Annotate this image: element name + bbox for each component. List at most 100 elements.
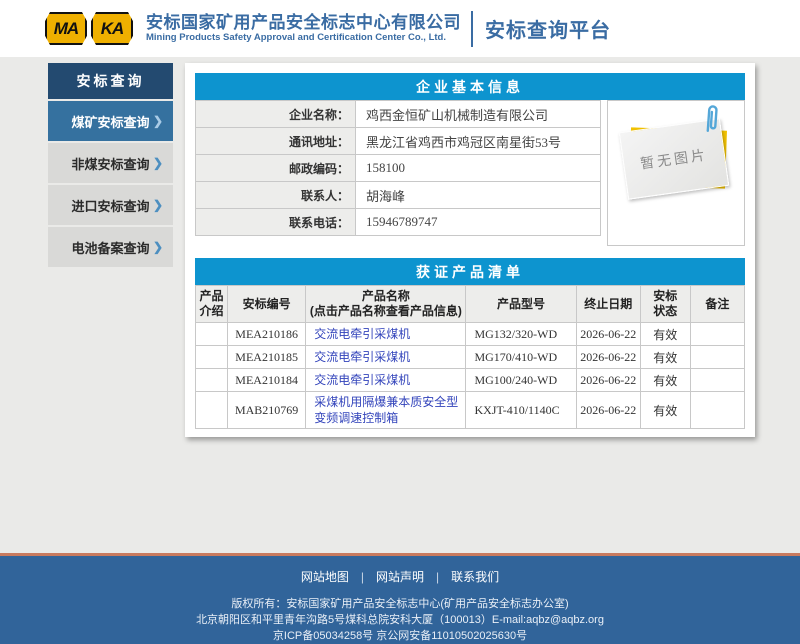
company-info-row: 联系电话： 15946789747: [196, 209, 601, 236]
cell-status: 有效: [640, 392, 690, 429]
field-label-postcode: 邮政编码：: [196, 155, 356, 182]
company-info-row: 邮政编码： 158100: [196, 155, 601, 182]
product-row: MEA210185 交流电牵引采煤机 MG170/410-WD 2026-06-…: [196, 346, 745, 369]
footer-link-statement[interactable]: 网站声明: [376, 570, 424, 584]
cell-remark: [690, 369, 744, 392]
maka-logo[interactable]: MA KA: [45, 12, 133, 45]
address-line: 北京朝阳区和平里青年沟路5号煤科总院安科大厦（100013）E-mail:aqb…: [0, 612, 800, 628]
cell-intro: [196, 346, 228, 369]
org-titles: 安标国家矿用产品安全标志中心有限公司 Mining Products Safet…: [146, 13, 461, 43]
sidebar-item-noncoal-query[interactable]: 非煤安标查询: [48, 143, 173, 183]
sidebar-item-battery-query[interactable]: 电池备案查询: [48, 227, 173, 267]
chevron-right-icon: [153, 114, 163, 128]
logo-badge-ma: MA: [45, 12, 87, 45]
cell-status: 有效: [640, 346, 690, 369]
cell-cert-no: MEA210186: [228, 323, 306, 346]
column-header-end-date: 终止日期: [576, 286, 640, 323]
cell-cert-no: MEA210184: [228, 369, 306, 392]
main-panel: 企业基本信息 企业名称： 鸡西金恒矿山机械制造有限公司 通讯地址： 黑龙江省鸡西…: [185, 63, 755, 437]
app-footer: 网站地图 网站声明 联系我们 版权所有：安标国家矿用产品安全标志中心(矿用产品安全标…: [0, 556, 800, 644]
field-value-postcode: 158100: [356, 155, 601, 182]
sidebar-item-label: 煤矿安标查询: [71, 112, 149, 131]
field-label-company-name: 企业名称：: [196, 101, 356, 128]
column-header-status: 安标 状态: [640, 286, 690, 323]
header-divider: [471, 11, 473, 47]
app-header: MA KA 安标国家矿用产品安全标志中心有限公司 Mining Products…: [0, 0, 800, 57]
company-info-header: 企业基本信息: [195, 73, 745, 100]
sidebar-item-label: 电池备案查询: [71, 238, 149, 257]
chevron-right-icon: [153, 198, 163, 212]
product-row: MEA210184 交流电牵引采煤机 MG100/240-WD 2026-06-…: [196, 369, 745, 392]
sidebar-item-label: 非煤安标查询: [71, 154, 149, 173]
column-header-name: 产品名称 (点击产品名称查看产品信息): [306, 286, 466, 323]
cell-model: MG170/410-WD: [466, 346, 576, 369]
company-info-section: 企业名称： 鸡西金恒矿山机械制造有限公司 通讯地址： 黑龙江省鸡西市鸡冠区南星街…: [195, 100, 745, 246]
cell-end-date: 2026-06-22: [576, 369, 640, 392]
field-value-contact: 胡海峰: [356, 182, 601, 209]
field-value-address: 黑龙江省鸡西市鸡冠区南星街53号: [356, 128, 601, 155]
icp-line: 京ICP备05034258号 京公网安备11010502025630号: [0, 628, 800, 644]
chevron-right-icon: [153, 240, 163, 254]
column-header-remark: 备注: [690, 286, 744, 323]
product-name-link[interactable]: 交流电牵引采煤机: [314, 327, 410, 341]
product-name-link[interactable]: 采煤机用隔爆兼本质安全型变频调速控制箱: [314, 395, 458, 425]
product-list-header: 获证产品清单: [195, 258, 745, 285]
product-row: MEA210186 交流电牵引采煤机 MG132/320-WD 2026-06-…: [196, 323, 745, 346]
cell-name: 交流电牵引采煤机: [306, 323, 466, 346]
cell-model: MG132/320-WD: [466, 323, 576, 346]
cell-name: 交流电牵引采煤机: [306, 369, 466, 392]
footer-links: 网站地图 网站声明 联系我们: [0, 556, 800, 585]
cell-intro: [196, 369, 228, 392]
footer-link-sitemap[interactable]: 网站地图: [301, 570, 349, 584]
cell-intro: [196, 323, 228, 346]
field-value-company-name: 鸡西金恒矿山机械制造有限公司: [356, 101, 601, 128]
company-info-row: 联系人： 胡海峰: [196, 182, 601, 209]
company-info-row: 通讯地址： 黑龙江省鸡西市鸡冠区南星街53号: [196, 128, 601, 155]
cell-cert-no: MAB210769: [228, 392, 306, 429]
cell-end-date: 2026-06-22: [576, 323, 640, 346]
field-label-address: 通讯地址：: [196, 128, 356, 155]
cell-name: 交流电牵引采煤机: [306, 346, 466, 369]
cell-intro: [196, 392, 228, 429]
cell-remark: [690, 392, 744, 429]
company-info-row: 企业名称： 鸡西金恒矿山机械制造有限公司: [196, 101, 601, 128]
cell-remark: [690, 346, 744, 369]
product-table-header-row: 产品 介绍 安标编号 产品名称 (点击产品名称查看产品信息) 产品型号 终止日期…: [196, 286, 745, 323]
cell-status: 有效: [640, 323, 690, 346]
sidebar-item-label: 进口安标查询: [71, 196, 149, 215]
product-list-section: 获证产品清单 产品 介绍 安标编号 产品名称 (点击产品名称查看产品信息) 产品…: [195, 258, 745, 429]
product-row: MAB210769 采煤机用隔爆兼本质安全型变频调速控制箱 KXJT-410/1…: [196, 392, 745, 429]
cell-model: MG100/240-WD: [466, 369, 576, 392]
cell-remark: [690, 323, 744, 346]
sidebar: 安标查询 煤矿安标查询 非煤安标查询 进口安标查询 电池备案查询: [48, 63, 173, 267]
column-header-intro: 产品 介绍: [196, 286, 228, 323]
cell-end-date: 2026-06-22: [576, 346, 640, 369]
footer-link-contact[interactable]: 联系我们: [451, 570, 499, 584]
chevron-right-icon: [153, 156, 163, 170]
column-header-cert-no: 安标编号: [228, 286, 306, 323]
footer-link-separator: [436, 570, 439, 584]
cell-status: 有效: [640, 369, 690, 392]
cell-cert-no: MEA210185: [228, 346, 306, 369]
platform-title: 安标查询平台: [485, 14, 611, 43]
product-name-link[interactable]: 交流电牵引采煤机: [314, 350, 410, 364]
sidebar-item-import-query[interactable]: 进口安标查询: [48, 185, 173, 225]
product-name-link[interactable]: 交流电牵引采煤机: [314, 373, 410, 387]
footer-link-separator: [361, 570, 364, 584]
product-image-placeholder: 暂无图片: [607, 100, 745, 246]
cell-name: 采煤机用隔爆兼本质安全型变频调速控制箱: [306, 392, 466, 429]
no-image-text: 暂无图片: [639, 144, 709, 173]
cell-end-date: 2026-06-22: [576, 392, 640, 429]
sidebar-title: 安标查询: [48, 63, 173, 99]
org-name-en: Mining Products Safety Approval and Cert…: [146, 33, 461, 44]
paperclip-icon: [702, 102, 721, 138]
cell-model: KXJT-410/1140C: [466, 392, 576, 429]
company-info-table: 企业名称： 鸡西金恒矿山机械制造有限公司 通讯地址： 黑龙江省鸡西市鸡冠区南星街…: [195, 100, 601, 236]
footer-copyright: 版权所有：安标国家矿用产品安全标志中心(矿用产品安全标志办公室) 北京朝阳区和平…: [0, 596, 800, 644]
copyright-line: 版权所有：安标国家矿用产品安全标志中心(矿用产品安全标志办公室): [0, 596, 800, 612]
org-name-cn: 安标国家矿用产品安全标志中心有限公司: [146, 13, 461, 33]
column-header-model: 产品型号: [466, 286, 576, 323]
content-area: 安标查询 煤矿安标查询 非煤安标查询 进口安标查询 电池备案查询 企业基本信息 …: [0, 57, 800, 553]
sidebar-item-coal-query[interactable]: 煤矿安标查询: [48, 101, 173, 141]
field-value-phone: 15946789747: [356, 209, 601, 236]
